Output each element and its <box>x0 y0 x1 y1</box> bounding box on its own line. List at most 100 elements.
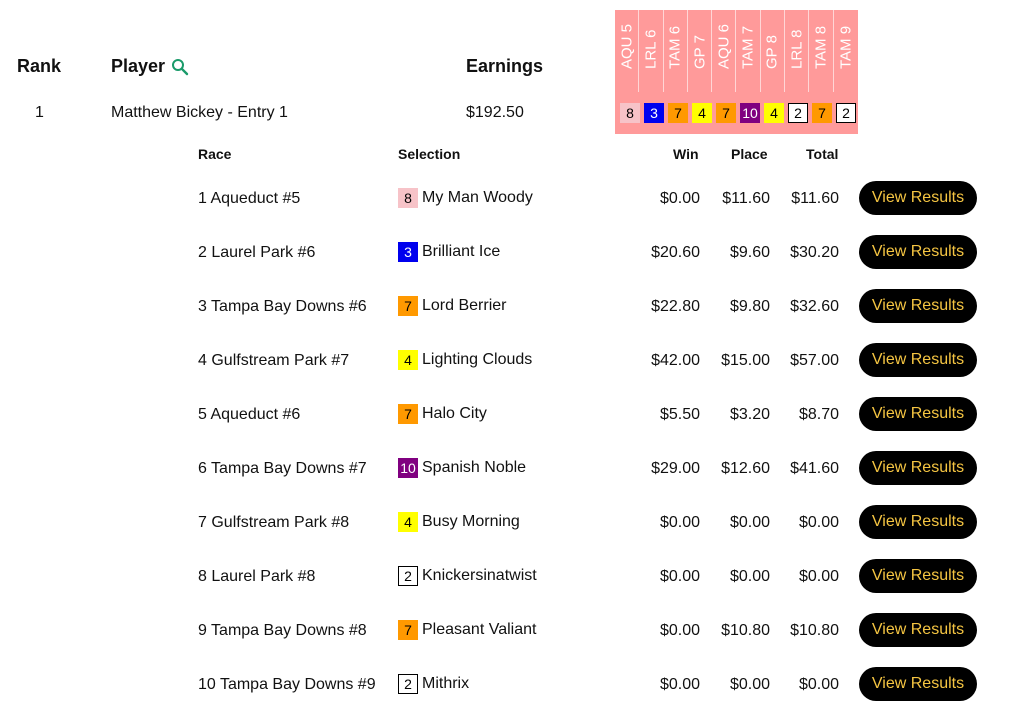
post-number-badge: 2 <box>836 103 856 123</box>
post-number-badge: 2 <box>788 103 808 123</box>
view-results-button[interactable]: View Results <box>859 451 977 485</box>
race-column-header: TAM 6 <box>664 10 688 92</box>
total-amount: $8.70 <box>798 406 839 423</box>
win-amount: $42.00 <box>651 352 700 369</box>
race-result-row: 4 Gulfstream Park #7 4 Lighting Clouds $42.… <box>0 342 1023 382</box>
race-name: 5 Aqueduct #6 <box>198 406 301 423</box>
horse-name: Spanish Noble <box>422 459 527 476</box>
post-number-badge: 3 <box>398 242 418 262</box>
view-results-button[interactable]: View Results <box>859 289 977 323</box>
view-results-button[interactable]: View Results <box>859 559 977 593</box>
race-column-label: TAM 6 <box>666 25 684 69</box>
entry-picks-strip: 8 3 7 4 7 10 4 2 7 2 <box>615 92 858 134</box>
player-column-header: Player <box>111 56 189 77</box>
rank-column-header: Rank <box>17 56 62 76</box>
selection-cell: 4 Lighting Clouds <box>398 350 532 370</box>
post-number-badge: 7 <box>398 296 418 316</box>
view-results-button[interactable]: View Results <box>859 343 977 377</box>
race-column-label: LRL 8 <box>788 29 806 69</box>
race-column-header: LRL 6 <box>639 10 664 92</box>
place-amount: $0.00 <box>729 568 770 585</box>
place-amount: $0.00 <box>729 676 770 693</box>
place-amount: $3.20 <box>729 406 770 423</box>
race-result-row: 1 Aqueduct #5 8 My Man Woody $0.00 $11.60 $11… <box>0 180 1023 220</box>
race-result-row: 6 Tampa Bay Downs #7 10 Spanish Noble $29.0… <box>0 450 1023 490</box>
view-results-button[interactable]: View Results <box>859 235 977 269</box>
post-number-badge: 8 <box>620 103 640 123</box>
search-icon[interactable] <box>171 58 189 76</box>
selection-cell: 7 Halo City <box>398 404 487 424</box>
win-amount: $20.60 <box>651 244 700 261</box>
view-results-button[interactable]: View Results <box>859 181 977 215</box>
place-amount: $9.60 <box>729 244 770 261</box>
post-number-badge: 7 <box>716 103 736 123</box>
entry-player-name[interactable]: Matthew Bickey - Entry 1 <box>111 104 288 122</box>
race-name: 7 Gulfstream Park #8 <box>198 514 350 531</box>
selection-cell: 4 Busy Morning <box>398 512 520 532</box>
post-number-badge: 2 <box>398 674 418 694</box>
race-column-label: LRL 6 <box>642 29 660 69</box>
race-column-header: TAM 7 <box>736 10 761 92</box>
race-result-row: 8 Laurel Park #8 2 Knickersinatwist $0.00 $0… <box>0 558 1023 598</box>
post-number-badge: 7 <box>668 103 688 123</box>
view-results-button[interactable]: View Results <box>859 397 977 431</box>
total-amount: $11.60 <box>791 190 839 207</box>
race-column-header: GP 8 <box>761 10 786 92</box>
race-column-label: GP 8 <box>763 35 781 69</box>
win-amount: $0.00 <box>659 190 700 207</box>
race-column-label: AQU 5 <box>618 23 636 69</box>
view-results-button[interactable]: View Results <box>859 667 977 701</box>
total-amount: $0.00 <box>798 676 839 693</box>
win-amount: $0.00 <box>659 514 700 531</box>
race-column-label: GP 7 <box>691 35 709 69</box>
place-subheader: Place <box>731 146 768 162</box>
horse-name: Lord Berrier <box>422 297 507 314</box>
horse-name: Knickersinatwist <box>422 567 537 584</box>
post-number-badge: 10 <box>740 103 760 123</box>
selection-cell: 7 Pleasant Valiant <box>398 620 536 640</box>
view-results-button[interactable]: View Results <box>859 613 977 647</box>
place-amount: $15.00 <box>721 352 770 369</box>
win-amount: $22.80 <box>651 298 700 315</box>
total-amount: $32.60 <box>790 298 839 315</box>
horse-name: Mithrix <box>422 675 470 692</box>
horse-name: Lighting Clouds <box>422 351 533 368</box>
selection-cell: 2 Mithrix <box>398 674 469 694</box>
race-name: 4 Gulfstream Park #7 <box>198 352 350 369</box>
view-results-button[interactable]: View Results <box>859 505 977 539</box>
selection-subheader: Selection <box>398 146 461 162</box>
total-amount: $30.20 <box>790 244 839 261</box>
place-amount: $0.00 <box>729 514 770 531</box>
race-result-row: 3 Tampa Bay Downs #6 7 Lord Berrier $22.80 $… <box>0 288 1023 328</box>
race-column-label: AQU 6 <box>715 23 733 69</box>
race-column-label: TAM 8 <box>812 25 830 69</box>
race-name: 9 Tampa Bay Downs #8 <box>198 622 367 639</box>
win-subheader: Win <box>673 146 699 162</box>
race-column-header: TAM 8 <box>809 10 834 92</box>
horse-name: My Man Woody <box>422 189 533 206</box>
race-result-row: 9 Tampa Bay Downs #8 7 Pleasant Valiant $0.… <box>0 612 1023 652</box>
total-amount: $41.60 <box>790 460 839 477</box>
place-amount: $12.60 <box>721 460 770 477</box>
selection-cell: 10 Spanish Noble <box>398 458 526 478</box>
total-amount: $0.00 <box>798 568 839 585</box>
race-result-row: 5 Aqueduct #6 7 Halo City $5.50 $3.20 $8.70 Vi… <box>0 396 1023 436</box>
entry-earnings: $192.50 <box>466 104 524 121</box>
race-columns-header: AQU 5 LRL 6 TAM 6 GP 7 AQU 6 TAM 7 GP 8 LRL 8 TA… <box>615 10 858 92</box>
horse-name: Brilliant Ice <box>422 243 501 260</box>
place-amount: $10.80 <box>721 622 770 639</box>
horse-name: Pleasant Valiant <box>422 621 537 638</box>
race-column-header: AQU 5 <box>615 10 640 92</box>
post-number-badge: 7 <box>398 620 418 640</box>
race-name: 1 Aqueduct #5 <box>198 190 301 207</box>
total-subheader: Total <box>806 146 839 162</box>
win-amount: $0.00 <box>659 676 700 693</box>
player-header-label: Player <box>111 56 166 76</box>
horse-name: Halo City <box>422 405 487 422</box>
race-column-header: AQU 6 <box>712 10 737 92</box>
race-name: 6 Tampa Bay Downs #7 <box>198 460 367 477</box>
race-name: 2 Laurel Park #6 <box>198 244 316 261</box>
total-amount: $10.80 <box>790 622 839 639</box>
win-amount: $29.00 <box>651 460 700 477</box>
post-number-badge: 3 <box>644 103 664 123</box>
